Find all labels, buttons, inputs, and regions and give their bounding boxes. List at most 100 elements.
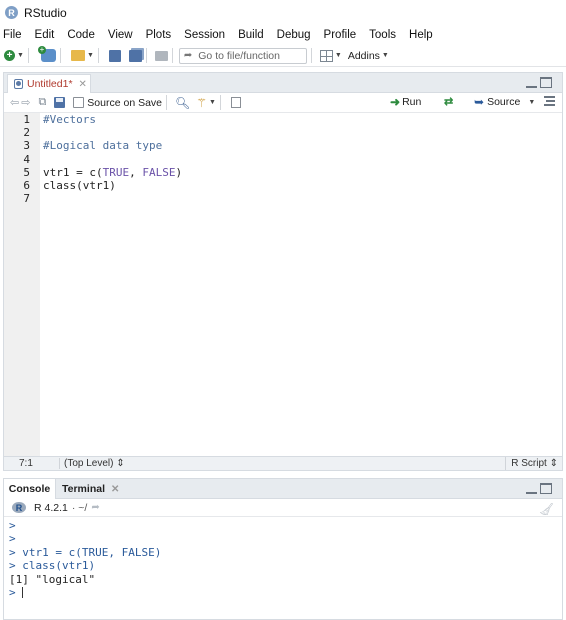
menu-plots[interactable]: Plots bbox=[142, 29, 178, 41]
save-icon bbox=[108, 49, 121, 62]
file-type-label: R Script bbox=[511, 458, 547, 469]
text-cursor bbox=[22, 587, 24, 599]
pane-controls bbox=[526, 77, 552, 88]
compile-report-icon[interactable] bbox=[230, 97, 241, 108]
tab-console[interactable]: Console bbox=[4, 479, 56, 499]
save-button[interactable] bbox=[105, 47, 121, 65]
r-version: R 4.2.1 bbox=[34, 501, 68, 514]
line-number-gutter: 1234567 bbox=[4, 113, 40, 456]
minimize-pane-button[interactable] bbox=[526, 483, 537, 494]
new-file-button[interactable]: + ▼ bbox=[2, 47, 24, 65]
source-arrow-icon: ➥ bbox=[474, 95, 485, 109]
forward-arrow-icon[interactable]: ⇨ bbox=[21, 96, 30, 109]
save-icon[interactable] bbox=[54, 97, 66, 108]
source-editor-pane: Untitled1* ✕ ⇦ ⇨ ⧉ Source on Save 🔍︎ ⚚ ▼… bbox=[3, 72, 563, 471]
workspace-panes-button[interactable]: ▼ bbox=[318, 47, 342, 65]
code-token: TRUE bbox=[102, 165, 130, 179]
rstudio-logo-icon: R bbox=[5, 6, 18, 19]
console-prompt: > bbox=[9, 519, 23, 532]
menu-bar: File Edit Code View Plots Session Build … bbox=[0, 25, 566, 45]
addins-label: Addins bbox=[347, 49, 380, 62]
menu-edit[interactable]: Edit bbox=[31, 29, 61, 41]
show-in-window-icon[interactable]: ⧉ bbox=[38, 96, 46, 109]
tab-terminal[interactable]: Terminal ✕ bbox=[62, 479, 119, 499]
document-outline-button[interactable] bbox=[544, 96, 555, 106]
back-arrow-icon[interactable]: ⇦ bbox=[10, 96, 19, 109]
menu-profile[interactable]: Profile bbox=[320, 29, 363, 41]
toolbar-divider bbox=[27, 48, 29, 63]
go-to-directory-icon[interactable]: ➦ bbox=[91, 502, 99, 513]
chevron-down-icon: ▼ bbox=[381, 52, 389, 59]
source-button[interactable]: ➥ Source ▼ bbox=[474, 95, 535, 109]
console-output-text: [1] "logical" bbox=[9, 572, 96, 586]
r-script-icon bbox=[14, 79, 23, 89]
rerun-button[interactable]: ⇄ bbox=[444, 95, 453, 108]
console-output[interactable]: > > > vtr1 = c(TRUE, FALSE) > class(vtr1)… bbox=[9, 519, 559, 617]
close-icon[interactable]: ✕ bbox=[79, 79, 87, 90]
chevron-down-icon[interactable]: ▼ bbox=[209, 99, 216, 106]
run-label: Run bbox=[402, 96, 422, 108]
line-number: 1 bbox=[23, 113, 30, 126]
run-arrow-icon: ➜ bbox=[390, 95, 401, 109]
source-on-save-checkbox[interactable] bbox=[73, 97, 85, 108]
code-line: #Vectors bbox=[43, 113, 560, 126]
console-command: vtr1 = c(TRUE, FALSE) bbox=[22, 545, 162, 559]
folder-open-icon bbox=[70, 50, 85, 61]
tab-label: Untitled1* bbox=[27, 78, 73, 90]
open-file-button[interactable]: ▼ bbox=[67, 47, 94, 65]
print-icon bbox=[154, 50, 168, 61]
toolbar-divider bbox=[145, 48, 147, 63]
new-project-button[interactable] bbox=[35, 46, 56, 65]
menu-file[interactable]: File bbox=[0, 29, 28, 41]
console-pane: Console Terminal ✕ R R 4.2.1 · ~/ ➦ 🧹︎ >… bbox=[3, 478, 563, 620]
clear-console-broom-icon[interactable]: 🧹︎ bbox=[539, 502, 554, 516]
magic-wand-icon[interactable]: ⚚ bbox=[196, 96, 207, 110]
menu-debug[interactable]: Debug bbox=[273, 29, 317, 41]
close-icon[interactable]: ✕ bbox=[111, 484, 119, 495]
scope-selector[interactable]: (Top Level) ⇕ bbox=[59, 458, 125, 469]
run-button[interactable]: ➜ Run bbox=[390, 95, 421, 109]
line-number: 3 bbox=[23, 139, 30, 153]
minimize-pane-button[interactable] bbox=[526, 77, 537, 88]
line-number: 5 bbox=[23, 165, 30, 179]
maximize-pane-button[interactable] bbox=[540, 483, 552, 494]
code-token: FALSE bbox=[142, 165, 176, 179]
toolbar-divider bbox=[171, 48, 173, 63]
code-token: #Logical data type bbox=[43, 139, 163, 153]
chevron-down-icon[interactable]: ▼ bbox=[528, 99, 535, 106]
code-line: class(vtr1) bbox=[43, 179, 560, 192]
file-type-selector[interactable]: R Script ⇕ bbox=[505, 457, 558, 470]
menu-session[interactable]: Session bbox=[180, 29, 231, 41]
line-number: 6 bbox=[23, 178, 30, 192]
editor-tab-bar: Untitled1* ✕ bbox=[4, 73, 562, 93]
working-directory[interactable]: · ~/ bbox=[72, 502, 87, 514]
toolbar-divider bbox=[310, 48, 312, 63]
menu-view[interactable]: View bbox=[104, 29, 139, 41]
console-prompt: > bbox=[9, 585, 23, 599]
tab-untitled1[interactable]: Untitled1* ✕ bbox=[7, 74, 91, 93]
chevron-down-icon: ▼ bbox=[17, 52, 24, 59]
console-line: > bbox=[9, 532, 559, 545]
pane-controls bbox=[526, 483, 552, 494]
print-button[interactable] bbox=[153, 47, 168, 65]
code-token: class(vtr1) bbox=[43, 178, 116, 192]
console-line: > bbox=[9, 586, 559, 599]
menu-code[interactable]: Code bbox=[63, 29, 101, 41]
code-token: #Vectors bbox=[43, 113, 96, 126]
maximize-pane-button[interactable] bbox=[540, 77, 552, 88]
addins-button[interactable]: Addins ▼ bbox=[344, 47, 389, 65]
goto-file-function-input[interactable]: ➦ Go to file/function bbox=[178, 47, 307, 64]
search-icon[interactable]: 🔍︎ bbox=[175, 96, 190, 110]
code-editor[interactable]: #Vectors #Logical data type vtr1 = c(TRU… bbox=[40, 113, 560, 456]
save-all-button[interactable] bbox=[123, 47, 142, 65]
menu-build[interactable]: Build bbox=[234, 29, 270, 41]
console-command: class(vtr1) bbox=[22, 559, 96, 573]
editor-toolbar: ⇦ ⇨ ⧉ Source on Save 🔍︎ ⚚ ▼ ➜ Run ⇄ ➥ So… bbox=[4, 93, 562, 113]
console-header: R R 4.2.1 · ~/ ➦ 🧹︎ bbox=[4, 499, 562, 517]
menu-tools[interactable]: Tools bbox=[365, 29, 402, 41]
new-project-icon bbox=[37, 46, 56, 62]
menu-help[interactable]: Help bbox=[405, 29, 439, 41]
main-toolbar: + ▼ ▼ ➦ Go to file/function ▼ Addins ▼ bbox=[0, 45, 566, 67]
